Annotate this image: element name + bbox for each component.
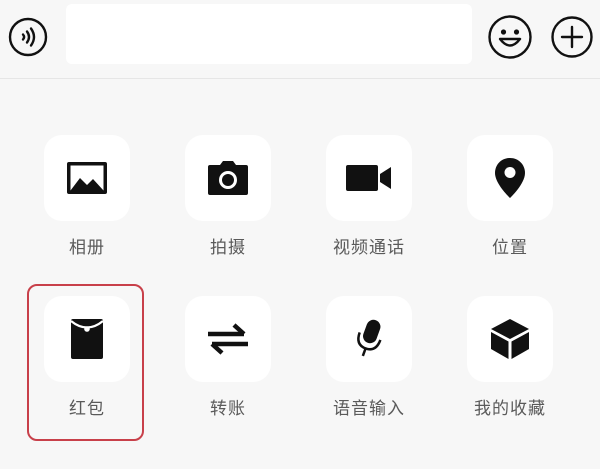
voice-input-button[interactable] bbox=[8, 17, 48, 57]
message-text-input[interactable] bbox=[66, 4, 472, 64]
shoot-label: 拍摄 bbox=[210, 238, 246, 258]
more-functions-button[interactable] bbox=[550, 15, 594, 59]
camera-icon bbox=[208, 161, 248, 195]
location-item[interactable]: 位置 bbox=[441, 135, 581, 275]
emoji-smile-icon bbox=[488, 15, 532, 59]
microphone-icon bbox=[357, 319, 382, 357]
transfer-label: 转账 bbox=[210, 399, 246, 419]
emoji-button[interactable] bbox=[487, 14, 533, 60]
chat-input-bar bbox=[0, 0, 600, 79]
video-camera-icon bbox=[346, 165, 391, 191]
photo-album-icon bbox=[67, 162, 107, 194]
voice-wave-icon bbox=[8, 17, 48, 57]
more-functions-panel: 相册 拍摄 视频通话 位置 红包 转账 语音输入 我的收藏 bbox=[0, 79, 600, 469]
transfer-item[interactable]: 转账 bbox=[159, 296, 299, 436]
voice-input-tile[interactable] bbox=[326, 296, 412, 382]
location-tile[interactable] bbox=[467, 135, 553, 221]
location-pin-icon bbox=[495, 158, 525, 198]
transfer-tile[interactable] bbox=[185, 296, 271, 382]
favorites-cube-icon bbox=[491, 319, 529, 359]
plus-circle-icon bbox=[551, 16, 593, 58]
album-label: 相册 bbox=[69, 238, 105, 258]
shoot-tile[interactable] bbox=[185, 135, 271, 221]
transfer-arrows-icon bbox=[208, 323, 248, 355]
red-packet-icon bbox=[70, 319, 104, 359]
red-packet-tile[interactable] bbox=[44, 296, 130, 382]
favorites-item[interactable]: 我的收藏 bbox=[441, 296, 581, 436]
video-call-label: 视频通话 bbox=[333, 238, 405, 258]
red-packet-label: 红包 bbox=[69, 399, 105, 419]
voice-input-label: 语音输入 bbox=[333, 399, 405, 419]
favorites-tile[interactable] bbox=[467, 296, 553, 382]
location-label: 位置 bbox=[492, 238, 528, 258]
album-item[interactable]: 相册 bbox=[18, 135, 158, 275]
shoot-item[interactable]: 拍摄 bbox=[159, 135, 299, 275]
red-packet-item[interactable]: 红包 bbox=[18, 296, 158, 436]
voice-input-item[interactable]: 语音输入 bbox=[300, 296, 440, 436]
video-call-tile[interactable] bbox=[326, 135, 412, 221]
album-tile[interactable] bbox=[44, 135, 130, 221]
favorites-label: 我的收藏 bbox=[474, 399, 546, 419]
video-call-item[interactable]: 视频通话 bbox=[300, 135, 440, 275]
